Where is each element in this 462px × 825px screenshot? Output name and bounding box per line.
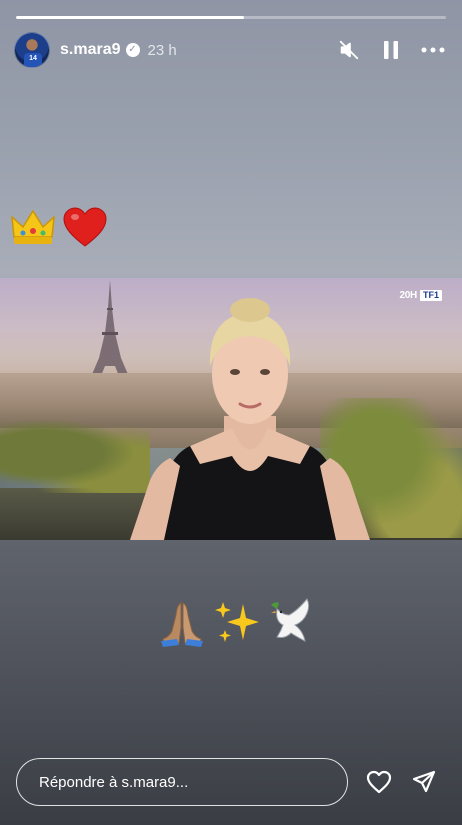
avatar[interactable]: 14 [14, 32, 50, 68]
reply-placeholder: Répondre à s.mara9... [39, 773, 189, 791]
verified-badge-icon: ✓ [125, 43, 140, 57]
reply-input[interactable]: Répondre à s.mara9... [16, 758, 348, 806]
broadcast-time-label: 20H [399, 290, 418, 301]
pause-icon[interactable] [378, 37, 404, 63]
heart-emoji-icon [62, 206, 108, 253]
speaker-muted-icon[interactable] [336, 37, 362, 63]
channel-logo: 20H TF1 [400, 290, 442, 301]
avatar-jersey-number: 14 [24, 53, 42, 67]
send-icon[interactable] [410, 768, 438, 796]
sparkles-icon [213, 598, 261, 651]
news-anchor-image [130, 298, 370, 540]
story-timestamp: 23 h [147, 41, 177, 59]
heart-icon[interactable] [365, 768, 393, 796]
username[interactable]: s.mara9 [60, 41, 121, 59]
channel-name-label: TF1 [419, 290, 442, 301]
more-icon[interactable] [420, 37, 446, 63]
emoji-sticker-top [10, 206, 108, 253]
story-progress-bar [16, 16, 446, 19]
video-still: 20H TF1 [0, 278, 462, 540]
emoji-sticker-bottom [157, 597, 315, 652]
story-progress-fill [16, 16, 244, 19]
crown-icon [10, 207, 56, 252]
story-header: 14 s.mara9 ✓ 23 h [14, 30, 446, 70]
dove-icon [267, 597, 315, 652]
praying-hands-icon [157, 597, 207, 652]
story-viewer: 14 s.mara9 ✓ 23 h 20H TF1 Répondre à s.m… [0, 0, 462, 825]
header-actions [336, 37, 446, 63]
